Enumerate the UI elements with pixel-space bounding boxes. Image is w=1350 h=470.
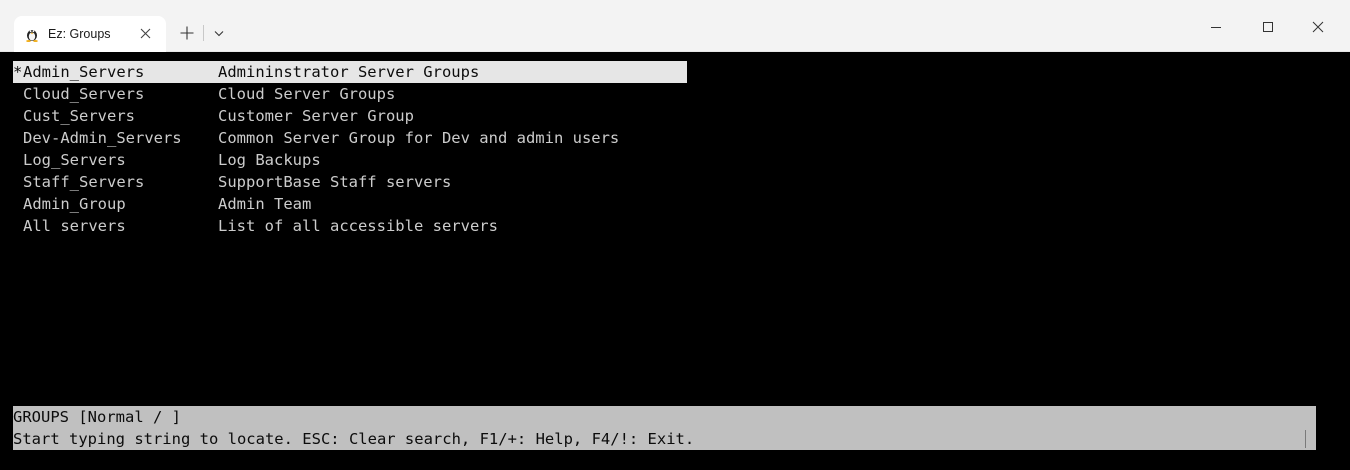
group-description: SupportBase Staff servers <box>218 173 452 191</box>
group-description: Admininstrator Server Groups <box>218 63 480 81</box>
group-name: Admin_Group <box>23 195 126 213</box>
tab-title: Ez: Groups <box>48 27 111 41</box>
group-row-all-servers[interactable]: All servers List of all accessible serve… <box>13 215 687 237</box>
group-row-staff-servers[interactable]: Staff_Servers SupportBase Staff servers <box>13 171 687 193</box>
selection-marker: * <box>13 63 23 81</box>
tab-close-icon[interactable] <box>138 26 152 40</box>
selection-marker <box>13 171 23 193</box>
group-description: Customer Server Group <box>218 107 414 125</box>
group-row-admin-group[interactable]: Admin_Group Admin Team <box>13 193 687 215</box>
groups-list[interactable]: * Admin_Servers Admininstrator Server Gr… <box>13 61 687 237</box>
terminal-content[interactable]: * Admin_Servers Admininstrator Server Gr… <box>0 52 1350 470</box>
maximize-icon[interactable] <box>1248 10 1288 44</box>
group-description: List of all accessible servers <box>218 217 498 235</box>
selection-marker <box>13 193 23 215</box>
group-row-dev-admin-servers[interactable]: Dev-Admin_Servers Common Server Group fo… <box>13 127 687 149</box>
group-row-log-servers[interactable]: Log_Servers Log Backups <box>13 149 687 171</box>
tab-ez-groups[interactable]: Ez: Groups <box>14 16 166 52</box>
chevron-down-icon[interactable] <box>210 24 228 42</box>
close-window-icon[interactable] <box>1298 10 1338 44</box>
selection-marker <box>13 127 23 149</box>
status-help-line: Start typing string to locate. ESC: Clea… <box>13 430 695 448</box>
group-name: All servers <box>23 217 126 235</box>
group-name: Cloud_Servers <box>23 85 145 103</box>
selection-marker <box>13 149 23 171</box>
group-description: Log Backups <box>218 151 321 169</box>
status-bar: GROUPS [Normal / ] Start typing string t… <box>13 406 1316 450</box>
status-mode-line: GROUPS [Normal / ] <box>13 408 181 426</box>
text-cursor <box>1305 430 1306 448</box>
group-description: Admin Team <box>218 195 312 213</box>
tab-divider <box>203 25 204 41</box>
group-name: Cust_Servers <box>23 107 135 125</box>
title-bar[interactable]: Ez: Groups <box>0 0 1350 52</box>
selection-marker <box>13 83 23 105</box>
group-row-admin-servers[interactable]: * Admin_Servers Admininstrator Server Gr… <box>13 61 687 83</box>
group-name: Admin_Servers <box>23 63 145 81</box>
minimize-icon[interactable] <box>1196 10 1236 44</box>
group-row-cust-servers[interactable]: Cust_Servers Customer Server Group <box>13 105 687 127</box>
linux-tux-icon <box>24 26 40 42</box>
new-tab-plus-icon[interactable] <box>176 22 198 44</box>
group-name: Log_Servers <box>23 151 126 169</box>
group-name: Staff_Servers <box>23 173 145 191</box>
group-description: Cloud Server Groups <box>218 85 396 103</box>
selection-marker <box>13 215 23 237</box>
group-description: Common Server Group for Dev and admin us… <box>218 129 620 147</box>
terminal-window: Ez: Groups * Admin_Servers Admininstrato… <box>0 0 1350 470</box>
group-row-cloud-servers[interactable]: Cloud_Servers Cloud Server Groups <box>13 83 687 105</box>
group-name: Dev-Admin_Servers <box>23 129 182 147</box>
selection-marker <box>13 105 23 127</box>
